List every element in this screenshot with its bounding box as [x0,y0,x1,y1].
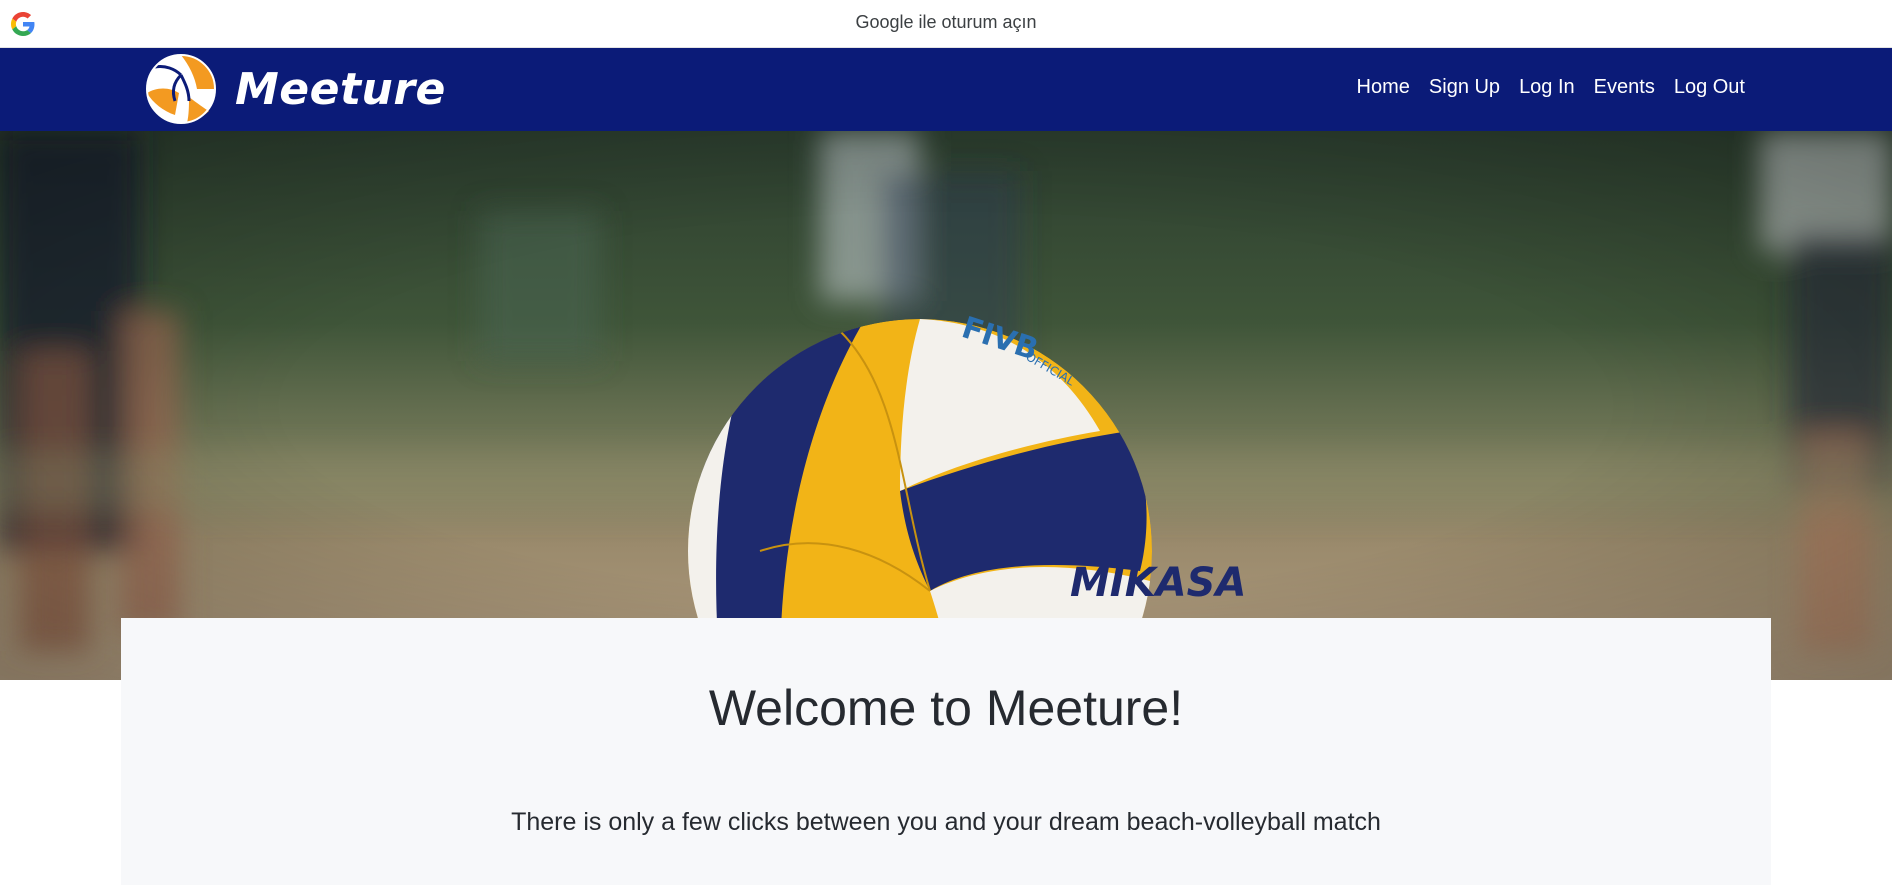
welcome-title: Welcome to Meeture! [708,680,1184,736]
brand-name: Meeture [235,63,446,115]
hero-photo: MIKASA FIVB OFFICIAL [0,131,1892,680]
welcome-card: Welcome to Meeture! There is only a few … [121,618,1771,885]
nav-link-sign-up[interactable]: Sign Up [1429,76,1500,99]
nav-links: Home Sign Up Log In Events Log Out [1357,76,1745,99]
brand-logo-link[interactable]: Meeture [145,53,446,125]
ball-brand-text: MIKASA [1070,560,1246,606]
google-signin-bar[interactable]: Google ile oturum açın [0,0,1892,48]
welcome-subtitle: There is only a few clicks between you a… [511,808,1381,836]
nav-link-events[interactable]: Events [1594,76,1655,99]
navbar: Meeture Home Sign Up Log In Events Log O… [0,48,1892,131]
nav-link-log-out[interactable]: Log Out [1674,76,1745,99]
google-signin-text: Google ile oturum açın [855,12,1037,32]
nav-link-log-in[interactable]: Log In [1519,76,1575,99]
volleyball-icon [146,54,216,124]
nav-link-home[interactable]: Home [1357,76,1410,99]
hero-image: MIKASA FIVB OFFICIAL [0,131,1892,680]
